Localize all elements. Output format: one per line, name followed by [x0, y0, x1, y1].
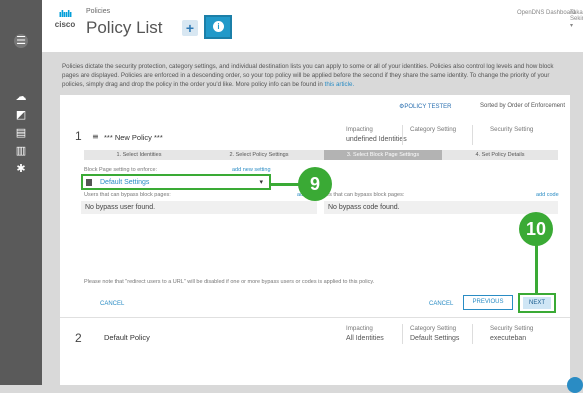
- callout-9-line: [271, 183, 301, 186]
- add-policy-button[interactable]: +: [182, 20, 198, 36]
- policy-2-security: executeban: [490, 335, 527, 342]
- page-title: Policy List: [86, 18, 163, 37]
- policy-description: Policies dictate the security protection…: [62, 63, 554, 88]
- policy-2-name[interactable]: Default Policy: [104, 333, 150, 342]
- settings-icon[interactable]: ✱: [14, 162, 28, 176]
- user-menu[interactable]: Takashi Sekimon ▾: [570, 10, 583, 29]
- block-page-label: Block Page setting to enforce:: [84, 167, 158, 173]
- policy-panel: ⚙POLICY TESTER Sorted by Order of Enforc…: [60, 95, 570, 385]
- redirect-note: Please note that "redirect users to a UR…: [84, 279, 375, 285]
- security-header: Security Setting: [490, 126, 534, 133]
- previous-button[interactable]: PREVIOUS: [463, 295, 513, 310]
- info-button[interactable]: i: [204, 15, 232, 39]
- wizard-steps: 1. Select Identities 2. Select Policy Se…: [84, 150, 558, 160]
- menu-icon[interactable]: ☰: [14, 34, 28, 48]
- chart-icon[interactable]: ◩: [14, 108, 28, 122]
- category-header: Category Setting: [410, 126, 457, 133]
- sidebar: ☰ ☁ ◩ ▤ ▥ ✱: [0, 0, 42, 385]
- bypass-codes-list: No bypass code found.: [324, 201, 558, 214]
- cisco-logo: ılıılı cisco: [54, 10, 76, 29]
- drag-handle-icon[interactable]: ≡: [92, 132, 99, 141]
- impacting-header: Impacting: [346, 126, 373, 133]
- help-icon[interactable]: [567, 377, 583, 393]
- breadcrumb[interactable]: Policies: [86, 8, 110, 15]
- callout-9-badge: 9: [298, 167, 332, 201]
- info-icon: i: [213, 21, 224, 32]
- policy-2-impacting-header: Impacting: [346, 325, 373, 332]
- add-setting-link[interactable]: add new setting: [232, 167, 271, 173]
- bypass-users-list: No bypass user found.: [81, 201, 317, 214]
- add-code-link[interactable]: add code: [536, 192, 559, 198]
- callout-10-badge: 10: [519, 212, 553, 246]
- cloud-icon[interactable]: ☁: [14, 90, 28, 104]
- step-4[interactable]: 4. Set Policy Details: [442, 150, 558, 160]
- policy-1-number: 1: [75, 129, 82, 143]
- policy-2-security-header: Security Setting: [490, 325, 534, 332]
- step-3[interactable]: 3. Select Block Page Settings: [324, 150, 442, 160]
- step-1[interactable]: 1. Select Identities: [84, 150, 194, 160]
- sort-label: Sorted by Order of Enforcement: [480, 103, 566, 109]
- policy-2-number: 2: [75, 331, 82, 345]
- document-icon: [86, 179, 92, 186]
- top-bar: ılıılı cisco Policies Policy List + i Op…: [42, 0, 583, 52]
- policy-2-category: Default Settings: [410, 335, 460, 342]
- policy-2-impacting: All Identities: [346, 335, 384, 342]
- policy-2-category-header: Category Setting: [410, 325, 457, 332]
- policy-tester-link[interactable]: ⚙POLICY TESTER: [399, 103, 452, 110]
- dashboard-link[interactable]: OpenDNS Dashboard: [517, 10, 575, 16]
- cancel-link-right[interactable]: CANCEL: [429, 301, 453, 307]
- block-page-dropdown[interactable]: Default Settings ▾: [81, 174, 271, 190]
- next-button[interactable]: NEXT: [523, 297, 551, 309]
- step-2[interactable]: 2. Select Policy Settings: [194, 150, 324, 160]
- article-link[interactable]: this article.: [325, 81, 355, 88]
- bypass-users-label: Users that can bypass block pages:: [84, 192, 171, 198]
- callout-10-line: [535, 243, 538, 293]
- chevron-down-icon: ▾: [259, 178, 263, 186]
- policy-1-name: *** New Policy ***: [104, 133, 163, 142]
- policies-icon[interactable]: ▤: [14, 126, 28, 140]
- next-button-highlight: NEXT: [518, 293, 556, 313]
- reporting-icon[interactable]: ▥: [14, 144, 28, 158]
- policy-1-impacting: undefined Identities: [346, 136, 407, 143]
- cancel-link-left[interactable]: CANCEL: [100, 301, 124, 307]
